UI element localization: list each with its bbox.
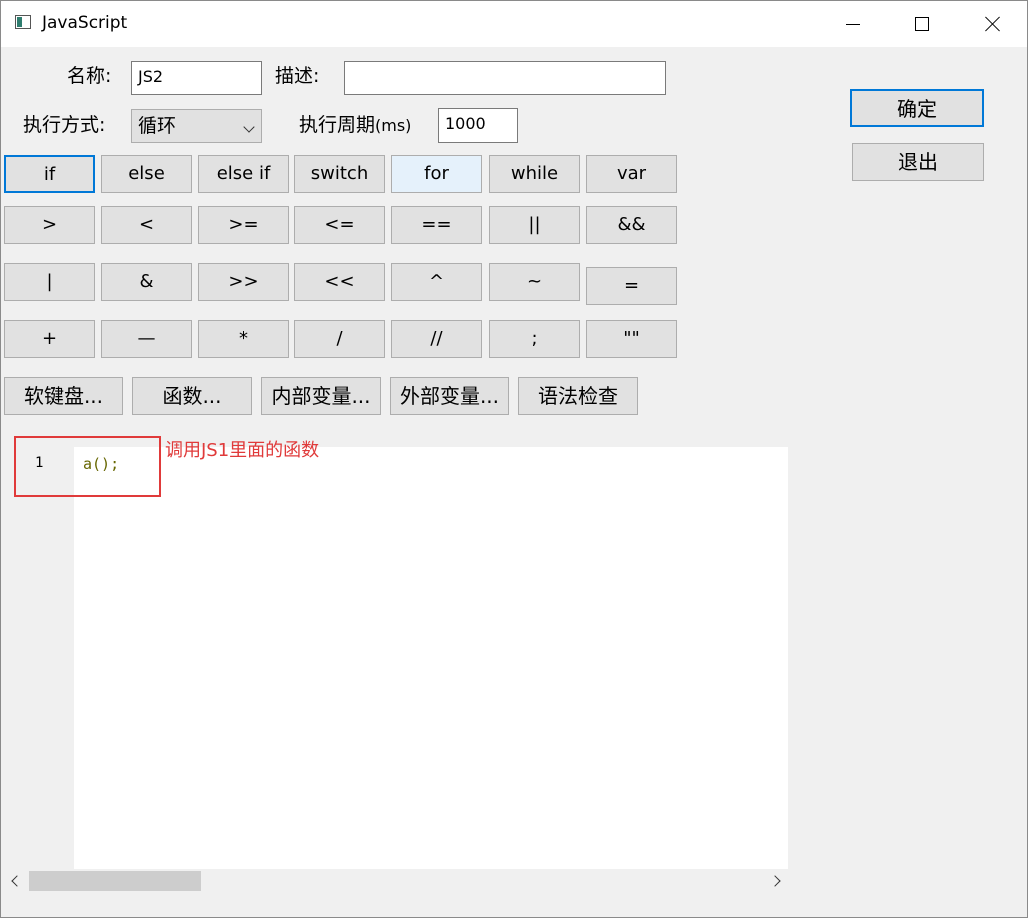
operator-less-equal-button[interactable]: <= bbox=[294, 206, 385, 244]
window-app-icon bbox=[15, 15, 31, 29]
operator-assign-button[interactable]: = bbox=[586, 267, 677, 305]
scroll-left-icon[interactable] bbox=[11, 875, 23, 887]
operator-multiply-button[interactable]: * bbox=[198, 320, 289, 358]
horizontal-scrollbar[interactable] bbox=[1, 869, 788, 893]
syntax-check-button[interactable]: 语法检查 bbox=[518, 377, 638, 415]
name-input[interactable]: JS2 bbox=[131, 61, 262, 95]
soft-keyboard-button[interactable]: 软键盘... bbox=[4, 377, 123, 415]
maximize-icon[interactable] bbox=[887, 1, 957, 47]
scrollbar-thumb[interactable] bbox=[29, 871, 201, 891]
operator-quotes-button[interactable]: "" bbox=[586, 320, 677, 358]
operator-greater-button[interactable]: > bbox=[4, 206, 95, 244]
close-icon[interactable] bbox=[957, 1, 1027, 47]
operator-less-button[interactable]: < bbox=[101, 206, 192, 244]
operator-bitwise-or-button[interactable]: | bbox=[4, 263, 95, 301]
execution-period-label: 执行周期(ms) bbox=[299, 113, 411, 138]
operator-and-button[interactable]: && bbox=[586, 206, 677, 244]
keyword-else-if-button[interactable]: else if bbox=[198, 155, 289, 193]
keyword-while-button[interactable]: while bbox=[489, 155, 580, 193]
operator-xor-button[interactable]: ^ bbox=[391, 263, 482, 301]
functions-button[interactable]: 函数... bbox=[132, 377, 252, 415]
keyword-else-button[interactable]: else bbox=[101, 155, 192, 193]
operator-shift-left-button[interactable]: << bbox=[294, 263, 385, 301]
operator-equal-button[interactable]: == bbox=[391, 206, 482, 244]
highlight-box bbox=[14, 436, 161, 497]
keyword-var-button[interactable]: var bbox=[586, 155, 677, 193]
code-editor[interactable]: 1 a(); bbox=[9, 447, 788, 869]
annotation-text: 调用JS1里面的函数 bbox=[165, 440, 320, 461]
operator-plus-button[interactable]: + bbox=[4, 320, 95, 358]
execution-period-text: 执行周期 bbox=[299, 114, 376, 136]
description-input[interactable] bbox=[344, 61, 666, 95]
operator-not-button[interactable]: ~ bbox=[489, 263, 580, 301]
operator-semicolon-button[interactable]: ; bbox=[489, 320, 580, 358]
keyword-switch-button[interactable]: switch bbox=[294, 155, 385, 193]
operator-bitwise-and-button[interactable]: & bbox=[101, 263, 192, 301]
keyword-for-button[interactable]: for bbox=[391, 155, 482, 193]
keyword-if-button[interactable]: if bbox=[4, 155, 95, 193]
execution-mode-label: 执行方式: bbox=[23, 114, 106, 136]
window-title: JavaScript bbox=[42, 13, 128, 33]
operator-or-button[interactable]: || bbox=[489, 206, 580, 244]
operator-comment-button[interactable]: // bbox=[391, 320, 482, 358]
execution-mode-value: 循环 bbox=[138, 115, 177, 137]
execution-mode-select[interactable]: 循环 bbox=[131, 109, 262, 143]
operator-minus-button[interactable]: — bbox=[101, 320, 192, 358]
internal-variables-button[interactable]: 内部变量... bbox=[261, 377, 381, 415]
confirm-button[interactable]: 确定 bbox=[850, 89, 984, 127]
line-number-gutter: 1 bbox=[9, 447, 74, 869]
external-variables-button[interactable]: 外部变量... bbox=[390, 377, 509, 415]
execution-period-input[interactable]: 1000 bbox=[438, 108, 518, 143]
operator-greater-equal-button[interactable]: >= bbox=[198, 206, 289, 244]
title-bar: JavaScript bbox=[1, 1, 1027, 47]
operator-divide-button[interactable]: / bbox=[294, 320, 385, 358]
description-label: 描述: bbox=[275, 65, 320, 87]
minimize-icon[interactable] bbox=[817, 1, 887, 47]
execution-period-unit: (ms) bbox=[375, 116, 412, 135]
operator-shift-right-button[interactable]: >> bbox=[198, 263, 289, 301]
exit-button[interactable]: 退出 bbox=[852, 143, 984, 181]
chevron-down-icon bbox=[243, 121, 255, 133]
scroll-right-icon[interactable] bbox=[769, 875, 781, 887]
javascript-dialog: JavaScript 名称: JS2 描述: 执行方式: 循环 执行周期(ms)… bbox=[0, 0, 1028, 918]
name-label: 名称: bbox=[67, 65, 112, 87]
